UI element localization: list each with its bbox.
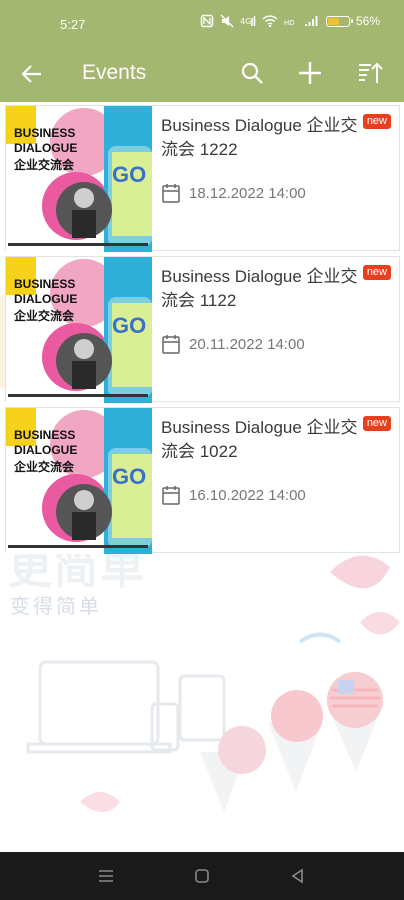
- signal-4g-icon: 4G: [240, 16, 256, 26]
- event-date: 20.11.2022 14:00: [189, 335, 305, 353]
- app-bar: Events: [0, 44, 404, 102]
- thumb-brand-line1: BUSINESS: [14, 428, 76, 442]
- sort-icon[interactable]: [356, 59, 384, 87]
- event-card[interactable]: GO BUSINESS DIALOGUE 企业交流会 Business Dial…: [5, 407, 400, 554]
- thumb-brand-cn: 企业交流会: [14, 460, 75, 474]
- event-date-row: 16.10.2022 14:00: [161, 484, 306, 506]
- event-card[interactable]: GO BUSINESS DIALOGUE 企业交流会 Business Dial…: [5, 256, 400, 403]
- battery-fill: [327, 17, 339, 25]
- new-badge: new: [362, 265, 391, 280]
- search-icon[interactable]: [238, 59, 266, 87]
- event-thumbnail: GO BUSINESS DIALOGUE 企业交流会: [6, 408, 152, 554]
- calendar-icon: [162, 184, 180, 203]
- event-date: 18.12.2022 14:00: [189, 184, 306, 202]
- thumb-brand-cn: 企业交流会: [14, 158, 75, 172]
- back-icon[interactable]: [288, 866, 308, 886]
- thumb-brand-line2: DIALOGUE: [14, 292, 78, 306]
- event-title: Business Dialogue 企业交流会 1122: [161, 267, 358, 310]
- svg-text:HD: HD: [284, 19, 295, 27]
- event-title: Business Dialogue 企业交流会 1222: [161, 116, 358, 159]
- event-date: 16.10.2022 14:00: [189, 486, 306, 504]
- status-bar: 5:27 4G HD 56%: [0, 0, 404, 44]
- page-title: Events: [82, 61, 147, 84]
- hd-icon: HD: [284, 19, 295, 27]
- thumb-brand-line2: DIALOGUE: [14, 141, 78, 155]
- cell-signal-icon: [304, 16, 318, 26]
- nfc-icon: [200, 14, 214, 28]
- system-nav-bar: [0, 852, 404, 900]
- event-date-row: 18.12.2022 14:00: [161, 182, 306, 204]
- thumb-brand-line1: BUSINESS: [14, 277, 76, 291]
- calendar-icon: [162, 486, 180, 505]
- event-date-row: 20.11.2022 14:00: [161, 333, 305, 355]
- new-badge: new: [362, 416, 391, 431]
- home-icon[interactable]: [192, 866, 212, 886]
- thumb-brand-line2: DIALOGUE: [14, 443, 78, 457]
- battery-percent: 56%: [355, 14, 380, 28]
- battery-icon: [325, 15, 353, 27]
- event-thumbnail: GO BUSINESS DIALOGUE 企业交流会: [6, 106, 152, 252]
- arrow-back-icon[interactable]: [18, 60, 46, 88]
- menu-icon[interactable]: [96, 866, 116, 886]
- calendar-icon: [162, 335, 180, 354]
- status-icons: 4G HD 56%: [200, 14, 380, 28]
- thumb-brand-line1: BUSINESS: [14, 126, 76, 140]
- svg-text:GO: GO: [112, 464, 146, 489]
- wifi-icon: [262, 15, 278, 28]
- background-subslogan: 变得简单: [10, 594, 102, 618]
- svg-text:4G: 4G: [240, 17, 251, 26]
- new-badge: new: [362, 114, 391, 129]
- event-title: Business Dialogue 企业交流会 1022: [161, 418, 358, 461]
- status-time: 5:27: [60, 17, 86, 32]
- event-thumbnail: GO BUSINESS DIALOGUE 企业交流会: [6, 257, 152, 403]
- thumb-brand-cn: 企业交流会: [14, 309, 75, 323]
- mute-icon: [220, 14, 234, 28]
- svg-text:GO: GO: [112, 313, 146, 338]
- plus-icon[interactable]: [296, 59, 324, 87]
- event-card[interactable]: GO BUSINESS DIALOGUE 企业交流会 Business Dial…: [5, 105, 400, 252]
- svg-text:GO: GO: [112, 162, 146, 187]
